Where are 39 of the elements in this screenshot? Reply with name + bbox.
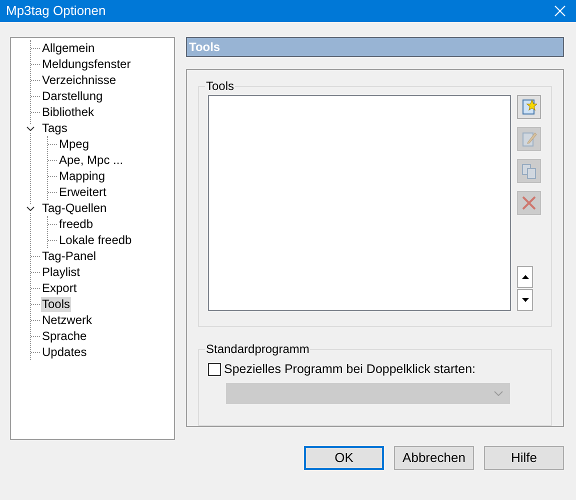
tree-item[interactable]: Lokale freedb xyxy=(58,232,133,248)
tree-item[interactable]: Allgemein xyxy=(41,40,96,56)
tool-action-button[interactable] xyxy=(517,95,541,119)
tree-item[interactable]: Verzeichnisse xyxy=(41,72,118,88)
tree-item[interactable]: Sprache xyxy=(41,328,88,344)
triangle-down-icon xyxy=(522,298,528,302)
dialog-button[interactable]: Hilfe xyxy=(484,446,564,470)
tree-item[interactable]: Meldungsfenster xyxy=(41,56,132,72)
tree-item[interactable]: Ape, Mpc ... xyxy=(58,152,124,168)
checkbox[interactable] xyxy=(208,362,221,376)
triangle-up-icon xyxy=(522,275,528,279)
dialog-button[interactable]: OK xyxy=(304,446,384,470)
checkbox-label: Spezielles Programm bei Doppelklick starten: xyxy=(224,361,476,378)
tree-item[interactable]: Playlist xyxy=(41,264,82,280)
group-title: Tools xyxy=(205,79,236,93)
chevron-down-icon xyxy=(494,390,503,396)
tree-item[interactable]: Tools xyxy=(41,296,72,312)
move-up-button[interactable] xyxy=(517,266,533,288)
window-title: Mp3tag Optionen xyxy=(6,2,106,20)
group-title: Standardprogramm xyxy=(205,342,310,356)
tree-item[interactable]: Bibliothek xyxy=(41,104,96,120)
dialog-button[interactable]: Abbrechen xyxy=(394,446,474,470)
delete-icon xyxy=(521,195,537,211)
tree-item[interactable]: Mpeg xyxy=(58,136,90,152)
tree-item[interactable]: Updates xyxy=(41,344,88,360)
tree-item[interactable]: Tag-Quellen xyxy=(41,200,108,216)
copy-icon xyxy=(521,163,537,179)
tree-item[interactable]: Tag-Panel xyxy=(41,248,98,264)
tree-item[interactable]: Export xyxy=(41,280,78,296)
tree-item[interactable]: Netzwerk xyxy=(41,312,94,328)
page-title: Tools xyxy=(189,39,220,56)
move-down-button[interactable] xyxy=(517,289,533,311)
tree-item[interactable]: Erweitert xyxy=(58,184,108,200)
close-icon[interactable] xyxy=(554,5,566,17)
tree-item[interactable]: Mapping xyxy=(58,168,106,184)
tree-item[interactable]: Darstellung xyxy=(41,88,104,104)
tree-item[interactable]: freedb xyxy=(58,216,94,232)
tree-item[interactable]: Tags xyxy=(41,120,68,136)
page-pencil-icon xyxy=(521,131,537,147)
